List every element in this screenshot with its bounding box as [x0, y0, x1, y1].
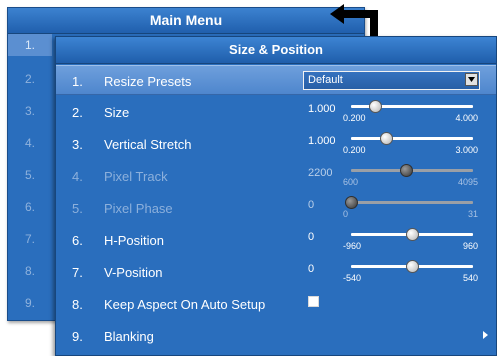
- row-label: Resize Presets: [104, 74, 192, 89]
- h-position-value: 0: [308, 231, 315, 243]
- pixel-track-value: 2200: [308, 167, 333, 179]
- size-position-title: Size & Position: [56, 37, 496, 64]
- slider-min-label: 0.200: [343, 145, 366, 155]
- row-label: H-Position: [104, 233, 164, 248]
- row-h-position[interactable]: 6. H-Position 0 -960 960: [56, 225, 496, 255]
- vertical-stretch-value: 1.000: [308, 135, 336, 147]
- row-size[interactable]: 2. Size 1.000 0.200 4.000: [56, 97, 496, 127]
- size-slider[interactable]: 0.200 4.000: [343, 97, 478, 127]
- row-label: Size: [104, 105, 130, 120]
- row-number: 6.: [72, 233, 83, 248]
- slider-thumb: [345, 196, 358, 209]
- slider-max-label: 960: [462, 241, 478, 251]
- slider-min-label: 0.200: [343, 113, 366, 123]
- main-menu-item-6[interactable]: 6.: [8, 200, 52, 214]
- h-position-slider[interactable]: -960 960: [343, 225, 478, 255]
- slider-min-label: -960: [343, 241, 362, 251]
- pixel-phase-slider: 0 31: [343, 193, 478, 223]
- slider-min-label: 0: [343, 209, 349, 219]
- row-label: Blanking: [104, 329, 154, 344]
- vertical-stretch-slider[interactable]: 0.200 3.000: [343, 129, 478, 159]
- resize-presets-dropdown[interactable]: Default: [303, 71, 480, 90]
- row-number: 4.: [72, 169, 83, 184]
- slider-min-label: 600: [343, 177, 359, 187]
- size-value: 1.000: [308, 103, 336, 115]
- row-resize-presets[interactable]: 1. Resize Presets Default: [56, 65, 496, 95]
- main-menu-item-1[interactable]: 1.: [8, 34, 52, 56]
- v-position-slider[interactable]: -540 540: [343, 257, 478, 287]
- row-number: 7.: [72, 265, 83, 280]
- main-menu-item-4[interactable]: 4.: [8, 136, 52, 150]
- slider-max-label: 540: [462, 273, 478, 283]
- pixel-phase-value: 0: [308, 199, 315, 211]
- main-menu-item-9[interactable]: 9.: [8, 296, 52, 310]
- row-v-position[interactable]: 7. V-Position 0 -540 540: [56, 257, 496, 287]
- slider-thumb: [399, 164, 413, 177]
- main-menu-item-2[interactable]: 2.: [8, 72, 52, 86]
- slider-min-label: -540: [343, 273, 362, 283]
- v-position-value: 0: [308, 263, 315, 275]
- slider-max-label: 31: [467, 209, 478, 219]
- main-menu-item-8[interactable]: 8.: [8, 264, 52, 278]
- slider-max-label: 3.000: [455, 145, 478, 155]
- row-number: 9.: [72, 329, 83, 344]
- row-label: Pixel Phase: [104, 201, 173, 216]
- row-number: 5.: [72, 201, 83, 216]
- row-label: Vertical Stretch: [104, 137, 192, 152]
- row-number: 3.: [72, 137, 83, 152]
- slider-thumb[interactable]: [406, 228, 419, 241]
- row-number: 2.: [72, 105, 83, 120]
- triangle-right-icon[interactable]: [483, 331, 488, 339]
- chevron-down-icon[interactable]: [465, 73, 478, 86]
- row-label: Keep Aspect On Auto Setup: [104, 297, 266, 312]
- keep-aspect-checkbox[interactable]: [308, 296, 319, 307]
- slider-thumb[interactable]: [380, 132, 394, 145]
- row-pixel-phase: 5. Pixel Phase 0 0 31: [56, 193, 496, 223]
- slider-thumb[interactable]: [369, 100, 383, 113]
- slider-max-label: 4.000: [455, 113, 478, 123]
- size-position-panel: Size & Position 1. Resize Presets Defaul…: [55, 36, 497, 356]
- slider-max-label: 4095: [457, 177, 478, 187]
- row-vertical-stretch[interactable]: 3. Vertical Stretch 1.000 0.200 3.000: [56, 129, 496, 159]
- row-label: Pixel Track: [104, 169, 168, 184]
- pixel-track-slider: 600 4095: [343, 161, 478, 191]
- main-menu-item-7[interactable]: 7.: [8, 232, 52, 246]
- row-pixel-track: 4. Pixel Track 2200 600 4095: [56, 161, 496, 191]
- row-number: 8.: [72, 297, 83, 312]
- slider-track[interactable]: [351, 137, 473, 140]
- main-menu-item-3[interactable]: 3.: [8, 104, 52, 118]
- dropdown-value: Default: [308, 74, 343, 86]
- row-blanking[interactable]: 9. Blanking: [56, 321, 496, 351]
- row-keep-aspect[interactable]: 8. Keep Aspect On Auto Setup: [56, 289, 496, 319]
- main-menu-item-5[interactable]: 5.: [8, 168, 52, 182]
- row-label: V-Position: [104, 265, 163, 280]
- row-number: 1.: [72, 74, 83, 89]
- slider-track: [351, 201, 473, 204]
- slider-thumb[interactable]: [406, 260, 419, 273]
- main-menu-title: Main Menu: [8, 8, 364, 34]
